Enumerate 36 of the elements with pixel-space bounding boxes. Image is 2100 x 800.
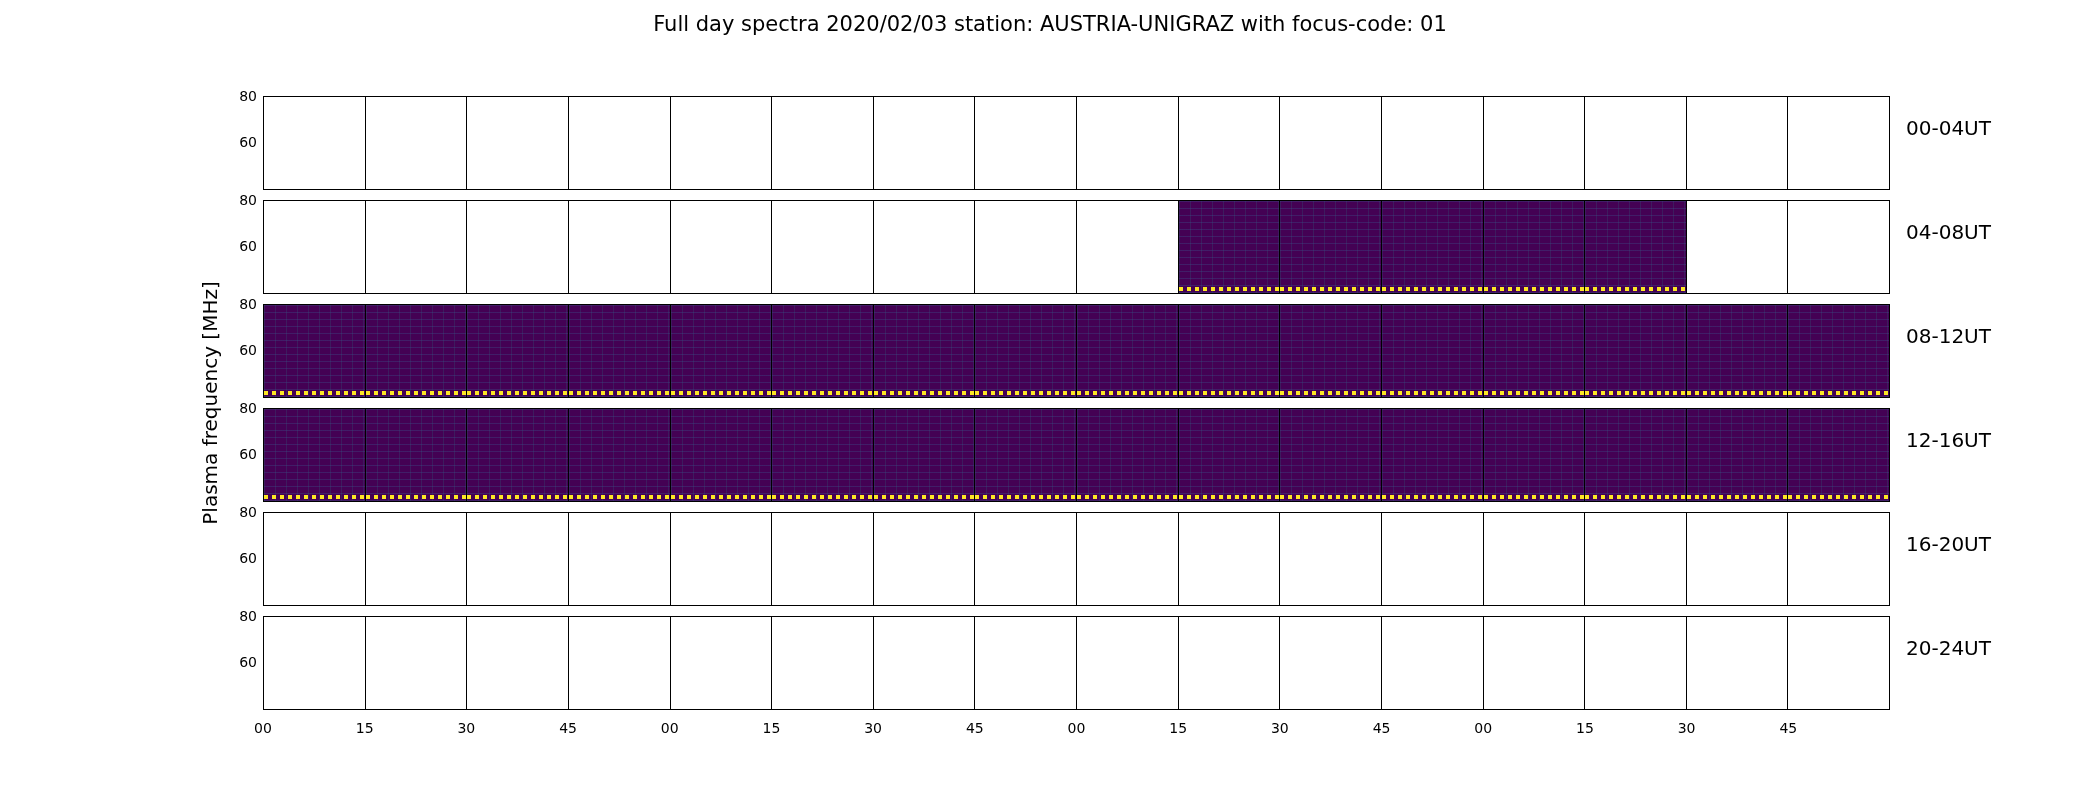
y-tick-label: 60 bbox=[239, 238, 257, 254]
time-range-label: 16-20UT bbox=[1906, 532, 1991, 556]
x-tick-label: 30 bbox=[864, 720, 883, 736]
x-tick-label: 15 bbox=[762, 720, 781, 736]
x-tick-label: 45 bbox=[1779, 720, 1798, 736]
x-tick-label: 30 bbox=[457, 720, 476, 736]
time-range-label: 12-16UT bbox=[1906, 428, 1991, 452]
y-tick-label: 80 bbox=[239, 192, 257, 208]
y-tick-label: 80 bbox=[239, 296, 257, 312]
y-tick-label: 80 bbox=[239, 88, 257, 104]
x-tick-label: 15 bbox=[355, 720, 374, 736]
x-tick-label: 00 bbox=[1067, 720, 1086, 736]
y-tick-label: 60 bbox=[239, 342, 257, 358]
time-range-label: 08-12UT bbox=[1906, 324, 1991, 348]
y-tick-label: 80 bbox=[239, 504, 257, 520]
x-tick-label: 15 bbox=[1169, 720, 1188, 736]
y-tick-label: 60 bbox=[239, 446, 257, 462]
time-range-label: 00-04UT bbox=[1906, 116, 1991, 140]
y-tick-label: 60 bbox=[239, 134, 257, 150]
time-range-label: 04-08UT bbox=[1906, 220, 1991, 244]
x-tick-label: 00 bbox=[254, 720, 272, 736]
y-tick-label: 80 bbox=[239, 400, 257, 416]
y-axis-label: Plasma frequency [MHz] bbox=[198, 281, 222, 525]
x-tick-label: 15 bbox=[1576, 720, 1594, 736]
y-tick-label: 80 bbox=[239, 608, 257, 624]
x-tick-label: 45 bbox=[559, 720, 577, 736]
y-tick-label: 60 bbox=[239, 550, 257, 566]
x-tick-label: 30 bbox=[1677, 720, 1696, 736]
x-tick-label: 00 bbox=[1474, 720, 1493, 736]
figure-title: Full day spectra 2020/02/03 station: AUSTRIA-UNIGRAZ with focus-code: 01 bbox=[653, 12, 1447, 38]
x-tick-label: 45 bbox=[965, 720, 984, 736]
time-range-label: 20-24UT bbox=[1906, 636, 1991, 660]
x-tick-label: 30 bbox=[1270, 720, 1289, 736]
x-tick-label: 45 bbox=[1372, 720, 1391, 736]
x-tick-label: 00 bbox=[660, 720, 679, 736]
y-tick-label: 60 bbox=[239, 654, 257, 670]
